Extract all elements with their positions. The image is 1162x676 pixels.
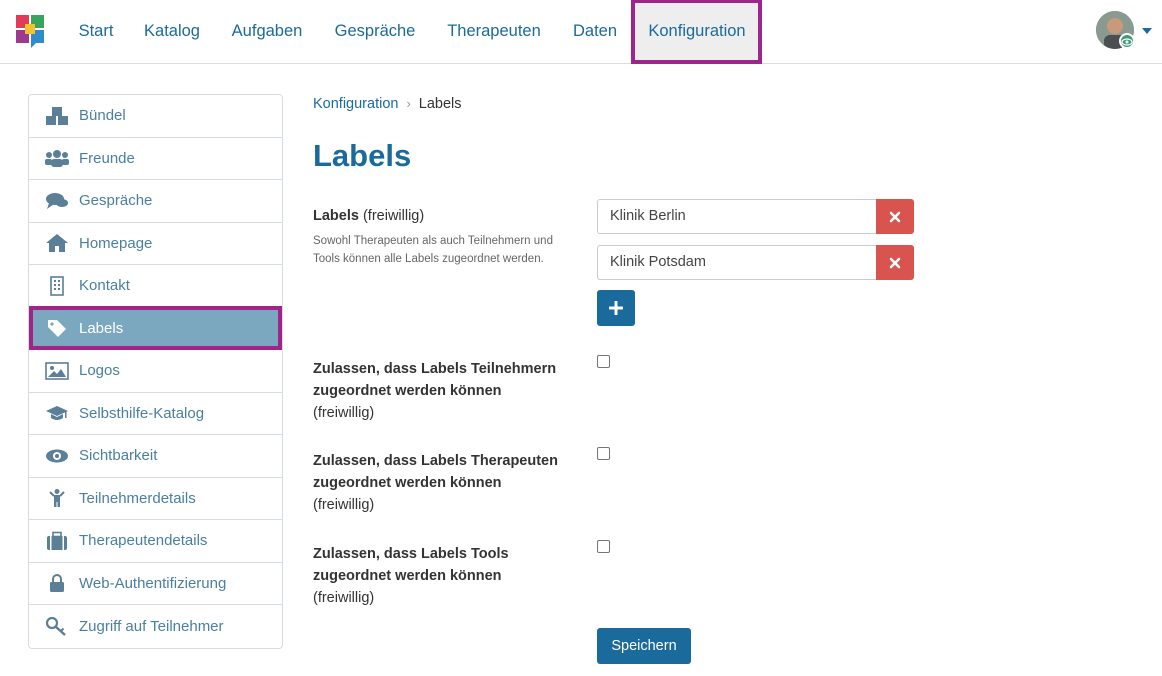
nav-therapeuten[interactable]: Therapeuten: [434, 0, 554, 64]
suitcase-icon: [44, 531, 70, 551]
save-button[interactable]: Speichern: [597, 628, 691, 664]
sidebar-item-label: Teilnehmerdetails: [79, 489, 196, 507]
breadcrumb: Konfiguration › Labels: [313, 96, 462, 112]
sidebar-item-labels[interactable]: Labels: [29, 307, 282, 350]
add-label-button[interactable]: [597, 290, 635, 326]
eye-badge-icon: [1119, 33, 1135, 49]
nav-katalog[interactable]: Katalog: [132, 0, 212, 64]
sidebar-item-web-authentifizierung[interactable]: Web-Authentifizierung: [29, 563, 282, 605]
users-icon: [44, 148, 70, 168]
sidebar-item-label: Bündel: [79, 107, 126, 125]
sidebar-item-selbsthilfe-katalog[interactable]: Selbsthilfe-Katalog: [29, 393, 282, 435]
sidebar-item-label: Freunde: [79, 149, 135, 167]
top-navbar: Start Katalog Aufgaben Gespräche Therape…: [0, 0, 1162, 64]
cubes-icon: [44, 106, 70, 126]
lock-icon: [44, 573, 70, 593]
sidebar-item-label: Gespräche: [79, 192, 153, 210]
sidebar-item-label: Selbsthilfe-Katalog: [79, 404, 205, 422]
config-sidebar: Bündel Freunde Gespräche Homepage Kontak…: [28, 94, 283, 649]
nav-aufgaben[interactable]: Aufgaben: [218, 0, 316, 64]
sidebar-item-teilnehmerdetails[interactable]: Teilnehmerdetails: [29, 478, 282, 520]
tools-checkbox[interactable]: [597, 540, 610, 553]
therapists-checkbox[interactable]: [597, 447, 610, 460]
nav-gespraeche[interactable]: Gespräche: [322, 0, 428, 64]
breadcrumb-link-konfiguration[interactable]: Konfiguration: [313, 96, 398, 112]
setting-label-text: Zulassen, dass Labels Teilnehmern zugeor…: [313, 361, 557, 399]
labels-help-text: Sowohl Therapeuten als auch Teilnehmern …: [313, 235, 553, 265]
eye-icon: [44, 446, 70, 466]
sidebar-item-zugriff-auf-teilnehmer[interactable]: Zugriff auf Teilnehmer: [29, 605, 282, 648]
label-input-2[interactable]: Klinik Potsdam: [597, 245, 878, 280]
sidebar-item-sichtbarkeit[interactable]: Sichtbarkeit: [29, 435, 282, 478]
optional-hint: (freiwillig): [362, 208, 425, 224]
building-icon: [44, 275, 70, 296]
sidebar-item-freunde[interactable]: Freunde: [29, 138, 282, 180]
setting-label-text: Zulassen, dass Labels Tools zugeordnet w…: [313, 546, 509, 584]
comments-icon: [44, 191, 70, 211]
sidebar-item-gespraeche[interactable]: Gespräche: [29, 180, 282, 223]
breadcrumb-current: Labels: [418, 96, 462, 112]
breadcrumb-separator: ›: [406, 96, 411, 111]
tools-setting-label: Zulassen, dass Labels Tools zugeordnet w…: [313, 543, 563, 609]
image-icon: [44, 361, 70, 381]
sidebar-item-label: Labels: [79, 319, 124, 337]
labels-field-label: Labels (freiwillig): [313, 205, 563, 227]
nav-konfiguration[interactable]: Konfiguration: [635, 0, 759, 64]
sidebar-item-label: Kontakt: [79, 277, 130, 295]
therapists-setting-label: Zulassen, dass Labels Therapeuten zugeor…: [313, 450, 563, 516]
sidebar-item-label: Sichtbarkeit: [79, 447, 158, 465]
key-icon: [44, 616, 70, 637]
sidebar-item-buendel[interactable]: Bündel: [29, 95, 282, 138]
graduation-cap-icon: [44, 403, 70, 423]
close-icon: [889, 257, 901, 268]
app-logo[interactable]: [15, 14, 45, 48]
optional-hint: (freiwillig): [313, 405, 375, 421]
plus-icon: [609, 301, 623, 315]
home-icon: [44, 233, 70, 253]
nav-start[interactable]: Start: [66, 0, 126, 64]
sidebar-item-label: Logos: [79, 362, 120, 380]
label-input-1[interactable]: Klinik Berlin: [597, 199, 878, 234]
remove-label-1-button[interactable]: [876, 199, 914, 234]
sidebar-item-kontakt[interactable]: Kontakt: [29, 265, 282, 308]
sidebar-item-label: Web-Authentifizierung: [79, 574, 227, 592]
page-title: Labels: [313, 138, 412, 173]
sidebar-item-label: Therapeutendetails: [79, 532, 208, 550]
optional-hint: (freiwillig): [313, 497, 375, 513]
labels-label-text: Labels: [313, 208, 359, 224]
close-icon: [889, 211, 901, 222]
remove-label-2-button[interactable]: [876, 245, 914, 280]
tag-icon: [44, 318, 70, 338]
sidebar-item-label: Homepage: [79, 234, 153, 252]
nav-daten[interactable]: Daten: [560, 0, 630, 64]
setting-label-text: Zulassen, dass Labels Therapeuten zugeor…: [313, 453, 558, 491]
child-icon: [44, 488, 70, 508]
sidebar-item-therapeutendetails[interactable]: Therapeutendetails: [29, 520, 282, 563]
sidebar-item-logos[interactable]: Logos: [29, 350, 282, 393]
sidebar-item-label: Zugriff auf Teilnehmer: [79, 617, 224, 635]
participants-checkbox[interactable]: [597, 355, 610, 368]
sidebar-item-homepage[interactable]: Homepage: [29, 223, 282, 265]
participants-setting-label: Zulassen, dass Labels Teilnehmern zugeor…: [313, 358, 563, 424]
optional-hint: (freiwillig): [313, 590, 375, 606]
chevron-down-icon[interactable]: [1142, 28, 1152, 34]
